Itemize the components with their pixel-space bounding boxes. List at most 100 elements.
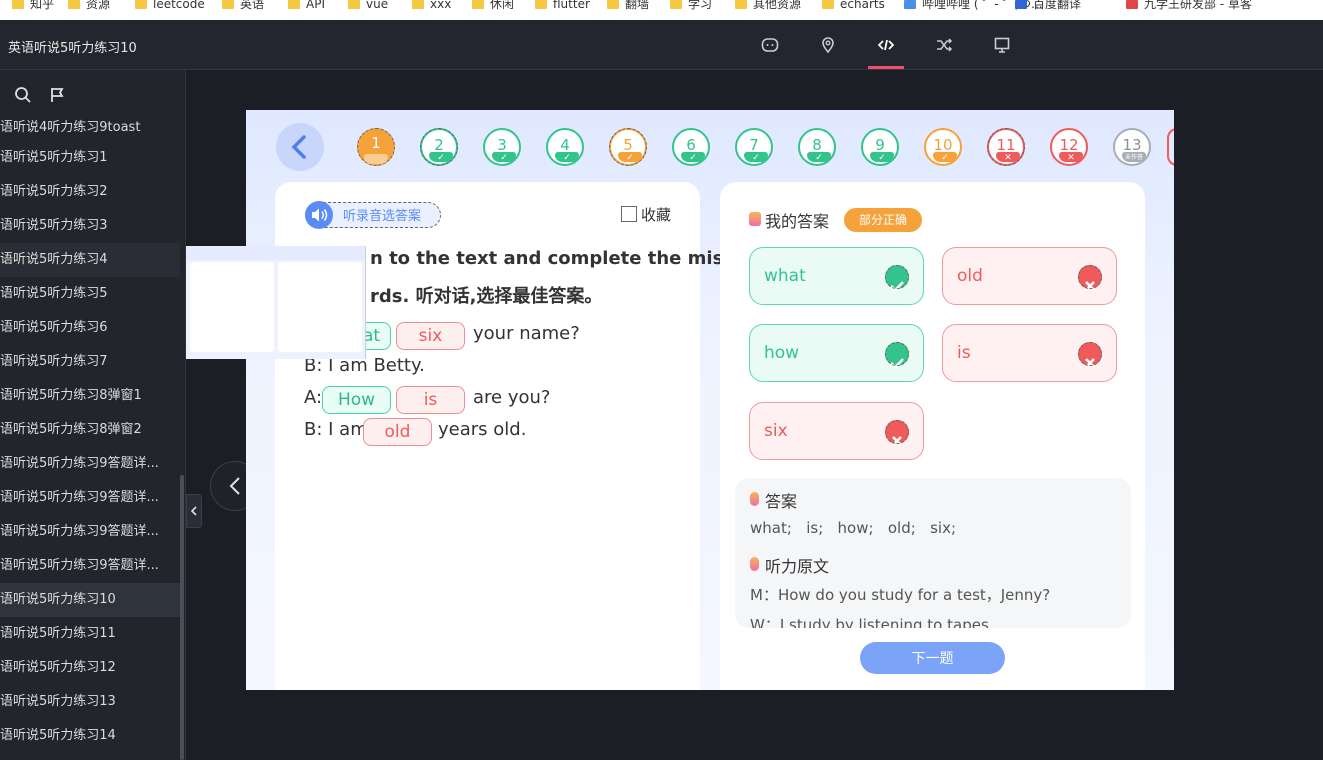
sidebar-item[interactable]: 语听说5听力练习9答题详... [0,447,180,481]
blank-5[interactable]: old [363,418,432,446]
page-preview-thumbnail [186,246,366,359]
folder-icon [222,0,234,9]
sidebar-item[interactable]: 语听说5听力练习4 [0,243,180,277]
folder-icon [472,0,484,9]
folder-icon [535,0,547,9]
sidebar-item[interactable]: 语听说5听力练习8弹窗1 [0,379,180,413]
check-badge-icon: ✓ [933,152,957,163]
lesson-canvas: 1 ✓ 2 ✓ 3 ✓ 4 ✓ 5 ✓ 6 ✓ 7 ✓ 8 ✓ 9 ✓ 10 ✓ 11 ✕ 12 ✕ 13 未作答 听录音选答案 … [246,110,1174,690]
sidebar-item[interactable]: 语听说5听力练习13 [0,685,180,719]
bookmark-14[interactable]: 百度翻译 [1015,0,1081,12]
bookmark-8[interactable]: flutter [535,0,590,12]
partial-correct-badge: 部分正确 [844,208,922,232]
answer-text: what; is; how; old; six; [750,519,956,537]
transcript-bullet-icon [750,557,759,571]
sidebar-scrollbar[interactable] [180,475,184,760]
sidebar-item[interactable]: 语听说5听力练习14 [0,719,180,753]
instruction-line-1: n to the text and complete the miss- [370,248,742,269]
sidebar-item[interactable]: 语听说5听力练习11 [0,617,180,651]
collapse-sidebar-button[interactable] [186,494,202,528]
question-nav-item[interactable]: 3 ✓ [483,128,521,166]
question-nav-item[interactable]: 11 ✕ [987,128,1025,166]
question-nav-item[interactable]: 9 ✓ [861,128,899,166]
bookmark-11[interactable]: 其他资源 [735,0,801,12]
sidebar-item[interactable]: 语听说5听力练习7 [0,345,180,379]
bookmark-12[interactable]: echarts [822,0,885,12]
audio-label: 听录音选答案 [343,209,422,224]
sidebar-item[interactable]: 语听说5听力练习9答题详... [0,515,180,549]
bookmark-6[interactable]: xxx [412,0,451,12]
bookmark-1[interactable]: 资源 [68,0,110,12]
my-answer-item: old [942,247,1117,305]
question-nav-item[interactable]: 8 ✓ [798,128,836,166]
top-bar: 英语听说5听力练习10 [0,20,1323,70]
blank-3[interactable]: How [322,386,391,414]
check-badge-icon: ✓ [807,152,831,163]
location-icon[interactable] [819,36,837,54]
bookmark-label: 其他资源 [753,0,802,11]
back-button[interactable] [276,123,324,171]
code-icon[interactable] [877,36,895,54]
sidebar-item[interactable]: 语听说5听力练习9答题详... [0,481,180,515]
sidebar-item[interactable]: 语听说5听力练习9答题详... [0,549,180,583]
bookmark-7[interactable]: 休闲 [472,0,514,12]
my-answer-text: old [957,266,983,286]
check-icon [885,265,909,292]
app-title: 英语听说5听力练习10 [8,41,137,56]
sidebar-item[interactable]: 语听说5听力练习10 [0,583,180,617]
bookmarks-bar: 知乎 资源 leetcode 英语 API vue xxx 休闲 flutter 翻墙 学习 其他资源… [0,0,1323,20]
question-nav-item[interactable]: 7 ✓ [735,128,773,166]
sidebar-item[interactable]: 语听说5听力练习2 [0,175,180,209]
question-nav-item[interactable]: 4 ✓ [546,128,584,166]
sidebar-item[interactable]: 语听说4听力练习9toast [0,111,180,145]
question-nav-item[interactable]: 12 ✕ [1050,128,1088,166]
bookmark-15[interactable]: 九学王研发部 - 草客 [1126,0,1252,12]
folder-icon [904,0,916,9]
bookmark-10[interactable]: 学习 [670,0,712,12]
question-nav-item[interactable]: 6 ✓ [672,128,710,166]
my-answer-item: what [749,247,924,305]
folder-icon [288,0,300,9]
shuffle-icon[interactable] [935,36,953,54]
search-icon[interactable] [14,86,32,104]
bookmark-0[interactable]: 知乎 [12,0,54,12]
sidebar-item[interactable]: 语听说5听力练习1 [0,141,180,175]
question-nav-item[interactable]: 5 ✓ [609,128,647,166]
bookmark-label: 九学王研发部 - 草客 [1144,0,1252,11]
favorite-button[interactable]: 收藏 [621,204,671,225]
bookmark-5[interactable]: vue [348,0,388,12]
next-question-button[interactable]: 下一题 [860,642,1005,674]
sidebar-item[interactable]: 语听说5听力练习3 [0,209,180,243]
sidebar-item[interactable]: 语听说5听力练习5 [0,277,180,311]
question-nav-item[interactable]: 10 ✓ [924,128,962,166]
sidebar-item[interactable]: 语听说5听力练习6 [0,311,180,345]
audio-button[interactable]: 听录音选答案 [305,201,441,229]
check-badge-icon: ✓ [870,152,894,163]
sidebar-item[interactable]: 语听说5听力练习12 [0,651,180,685]
question-nav-item[interactable]: 13 未作答 [1113,128,1151,166]
bookmark-3[interactable]: 英语 [222,0,264,12]
my-answer-text: how [764,343,800,363]
blank-4[interactable]: is [396,386,465,414]
bookmark-2[interactable]: leetcode [135,0,205,12]
bookmark-label: 休闲 [490,0,515,11]
my-answer-text: six [764,421,788,441]
answer-title: 答案 [765,492,798,511]
bookmark-9[interactable]: 翻墙 [607,0,649,12]
comment-icon[interactable] [761,36,779,54]
speaker-icon [305,201,333,229]
sidebar-item[interactable]: 语听说5听力练习8弹窗2 [0,413,180,447]
blank-2[interactable]: six [396,322,465,350]
favorite-label: 收藏 [641,206,672,224]
folder-icon [348,0,360,9]
sentence-4-prefix: B: I am [304,419,368,440]
active-tab-indicator [868,66,904,69]
bookmark-4[interactable]: API [288,0,325,12]
question-nav-item[interactable]: 1 ✓ [357,128,395,166]
question-nav-item[interactable]: 2 ✓ [420,128,458,166]
sentence-3-tail: are you? [473,387,551,408]
cross-icon [885,420,909,446]
my-answer-title: 我的答案 [765,212,830,231]
flag-icon[interactable] [48,86,66,104]
frame-icon[interactable] [993,36,1011,54]
